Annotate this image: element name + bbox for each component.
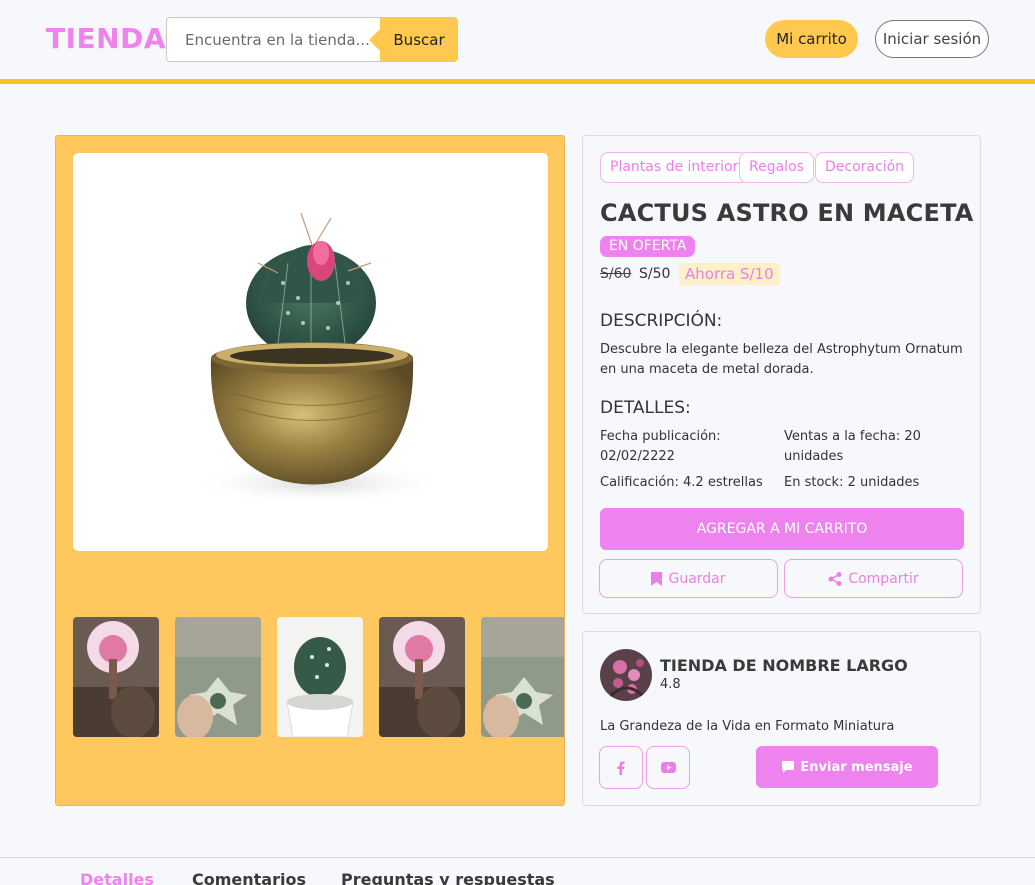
tab-detalles[interactable]: Detalles [80, 870, 154, 885]
thumbnail-5[interactable] [481, 617, 564, 737]
thumbnail-1[interactable] [73, 617, 159, 737]
description-heading: DESCRIPCIÓN: [600, 311, 723, 331]
offer-badge: EN OFERTA [600, 236, 696, 257]
description-text: Descubre la elegante belleza del Astroph… [600, 342, 963, 377]
detail-stock: En stock: 2 unidades [784, 475, 920, 490]
save-button[interactable]: Guardar [599, 559, 778, 598]
detail-rating: Calificación: 4.2 estrellas [600, 475, 763, 490]
bookmark-icon [651, 571, 663, 586]
share-icon [828, 571, 842, 586]
tab-preguntas-y-respuestas[interactable]: Preguntas y respuestas [341, 870, 555, 885]
thumbnail-2[interactable] [175, 617, 261, 737]
send-message-label: Enviar mensaje [800, 759, 913, 775]
product-title: CACTUS ASTRO EN MACETA [600, 199, 974, 227]
tag-decoracion[interactable]: Decoración [815, 152, 915, 183]
old-price: S/60 [600, 266, 632, 282]
add-to-cart-button[interactable]: AGREGAR A MI CARRITO [600, 508, 964, 550]
facebook-icon [617, 761, 625, 775]
send-message-button[interactable]: Enviar mensaje [756, 746, 938, 788]
search-button[interactable]: Buscar [369, 18, 458, 61]
my-cart-button[interactable]: Mi carrito [765, 20, 858, 58]
login-button[interactable]: Iniciar sesión [875, 20, 989, 58]
share-button[interactable]: Compartir [784, 559, 963, 598]
youtube-icon [660, 762, 676, 773]
search-input[interactable] [167, 18, 379, 61]
detail-sales: Ventas a la fecha: 20 unidades [784, 429, 921, 464]
share-button-label: Compartir [848, 570, 919, 587]
message-icon [782, 761, 795, 773]
store-name[interactable]: TIENDA DE NOMBRE LARGO [660, 656, 908, 675]
main-product-image [73, 153, 548, 551]
facebook-button[interactable] [599, 746, 643, 789]
site-header: TIENDA Buscar Mi carrito Iniciar sesión [0, 0, 1035, 84]
store-card: TIENDA DE NOMBRE LARGO 4.8 La Grandeza d… [582, 631, 981, 806]
product-info-card: Plantas de interior Regalos Decoración C… [582, 135, 981, 614]
tab-comentarios[interactable]: Comentarios [192, 870, 306, 885]
tag-plantas-de-interior[interactable]: Plantas de interior [600, 152, 749, 183]
store-rating: 4.8 [660, 677, 681, 692]
youtube-button[interactable] [646, 746, 690, 789]
current-price: S/50 [639, 266, 671, 282]
product-tabs: Detalles Comentarios Preguntas y respues… [0, 857, 1035, 885]
thumbnail-3[interactable] [277, 617, 363, 737]
store-logo[interactable]: TIENDA [46, 22, 166, 55]
detail-publication-date: Fecha publicación: 02/02/2222 [600, 429, 721, 464]
thumbnail-strip [73, 617, 564, 737]
thumbnail-4[interactable] [379, 617, 465, 737]
save-button-label: Guardar [668, 570, 726, 587]
store-avatar[interactable] [600, 649, 652, 701]
details-heading: DETALLES: [600, 398, 691, 418]
savings-badge: Ahorra S/10 [679, 263, 780, 285]
store-tagline: La Grandeza de la Vida en Formato Miniat… [600, 719, 895, 734]
product-gallery [55, 135, 565, 806]
search-bar: Buscar [166, 17, 458, 62]
tag-regalos[interactable]: Regalos [739, 152, 814, 183]
